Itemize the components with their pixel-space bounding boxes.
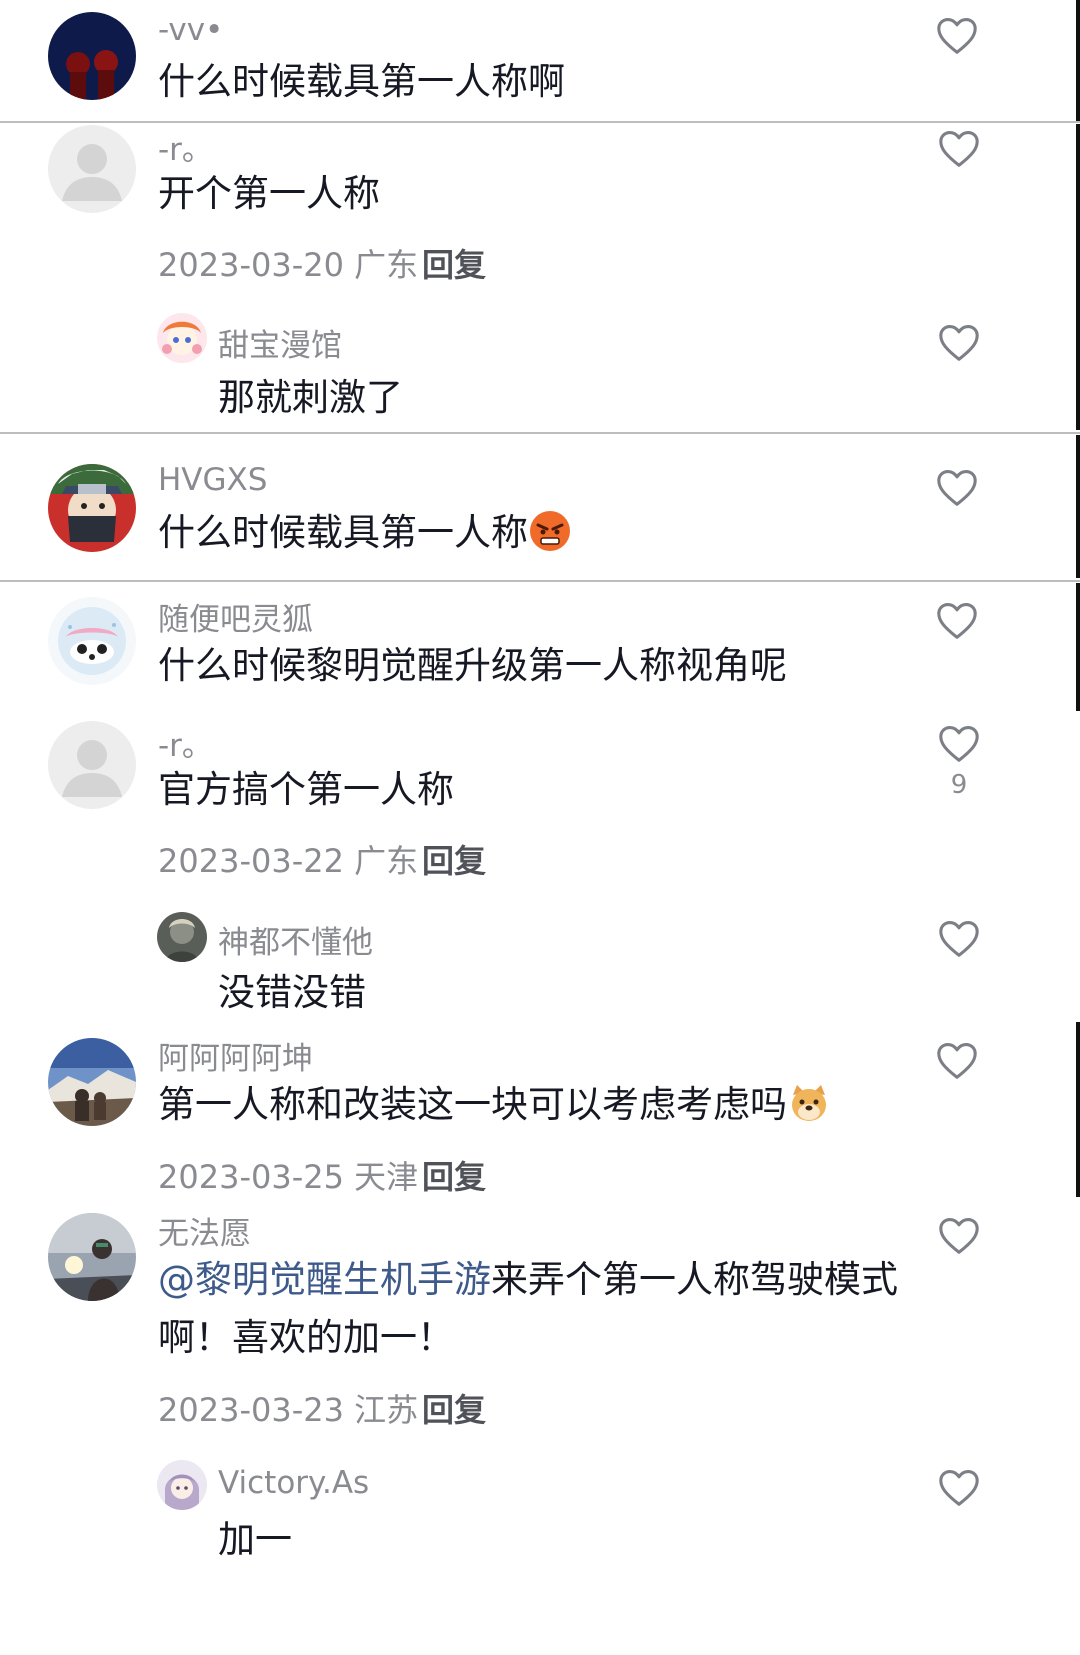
screen-edge	[1076, 435, 1080, 578]
user-avatar[interactable]	[48, 1213, 136, 1301]
reply-text: 那就刺激了	[218, 376, 403, 419]
like-heart-icon[interactable]	[935, 600, 979, 640]
username[interactable]: 随便吧灵狐	[158, 594, 313, 639]
reply-button[interactable]: 回复	[422, 1152, 486, 1198]
divider	[0, 432, 1080, 434]
like-heart-icon[interactable]	[937, 128, 981, 168]
user-avatar[interactable]	[48, 12, 136, 100]
comment-text-line2: 啊！喜欢的加一！	[158, 1316, 454, 1359]
comment-text: 什么时候黎明觉醒升级第一人称视角呢	[158, 644, 787, 687]
doge-emoji	[787, 1081, 831, 1125]
username[interactable]: 无法愿	[158, 1208, 251, 1253]
like-heart-icon[interactable]	[937, 1467, 981, 1507]
comment-text: 什么时候载具第一人称啊	[158, 60, 565, 103]
like-heart-icon[interactable]	[935, 1040, 979, 1080]
username[interactable]: -r。	[158, 720, 213, 765]
username[interactable]: HVGXS	[158, 462, 267, 498]
comment-meta: 2023-03-23 江苏	[158, 1385, 418, 1431]
like-heart-icon[interactable]	[935, 467, 979, 507]
reply-button[interactable]: 回复	[422, 836, 486, 882]
comment-region: 广东	[354, 246, 419, 284]
comment-text: @黎明觉醒生机手游来弄个第一人称驾驶模式	[158, 1258, 898, 1301]
comment-meta: 2023-03-22 广东	[158, 836, 418, 882]
like-heart-icon[interactable]	[935, 15, 979, 55]
reply-username[interactable]: 神都不懂他	[218, 917, 373, 962]
reply-text: 加一	[218, 1518, 292, 1561]
reply-username[interactable]: Victory.As	[218, 1465, 369, 1501]
reply-username[interactable]: 甜宝漫馆	[218, 320, 342, 365]
comment-region: 江苏	[354, 1391, 419, 1429]
comment-date: 2023-03-25	[158, 1158, 344, 1196]
default-avatar[interactable]	[48, 125, 136, 213]
reply-button[interactable]: 回复	[422, 1385, 486, 1431]
comment-text: 什么时候载具第一人称	[158, 503, 572, 563]
reply-text: 没错没错	[218, 971, 366, 1014]
like-heart-icon[interactable]	[937, 918, 981, 958]
divider	[0, 580, 1080, 582]
default-avatar[interactable]	[48, 721, 136, 809]
like-heart-icon[interactable]	[937, 1215, 981, 1255]
user-avatar[interactable]	[48, 464, 136, 552]
comment-text: 第一人称和改装这一块可以考虑考虑吗	[158, 1075, 831, 1135]
username[interactable]: 阿阿阿阿坤	[158, 1033, 313, 1078]
comment-text: 官方搞个第一人称	[158, 768, 454, 811]
reply-button[interactable]: 回复	[422, 240, 486, 286]
username[interactable]: -r。	[158, 124, 213, 169]
username[interactable]: -vv•	[158, 12, 223, 48]
user-avatar[interactable]	[48, 1038, 136, 1126]
comment-region: 天津	[354, 1158, 419, 1196]
screen-edge	[1076, 1022, 1080, 1197]
screen-edge	[1076, 583, 1080, 711]
reply-avatar[interactable]	[157, 1460, 207, 1510]
comment-text: 开个第一人称	[158, 172, 380, 215]
angry-face-emoji	[528, 509, 572, 553]
user-avatar[interactable]	[48, 597, 136, 685]
screen-edge	[1076, 124, 1080, 430]
comment-date: 2023-03-22	[158, 842, 344, 880]
like-heart-icon[interactable]	[937, 723, 981, 763]
comment-date: 2023-03-23	[158, 1391, 344, 1429]
divider	[0, 121, 1080, 123]
comment-meta: 2023-03-20 广东	[158, 240, 418, 286]
like-heart-icon[interactable]	[937, 322, 981, 362]
mention-link[interactable]: @黎明觉醒生机手游	[158, 1258, 491, 1301]
comment-region: 广东	[354, 842, 419, 880]
comment-meta: 2023-03-25 天津	[158, 1152, 418, 1198]
screen-edge	[1076, 0, 1080, 121]
reply-avatar[interactable]	[157, 912, 207, 962]
like-count: 9	[950, 770, 968, 800]
reply-avatar[interactable]	[157, 313, 207, 363]
comment-date: 2023-03-20	[158, 246, 344, 284]
